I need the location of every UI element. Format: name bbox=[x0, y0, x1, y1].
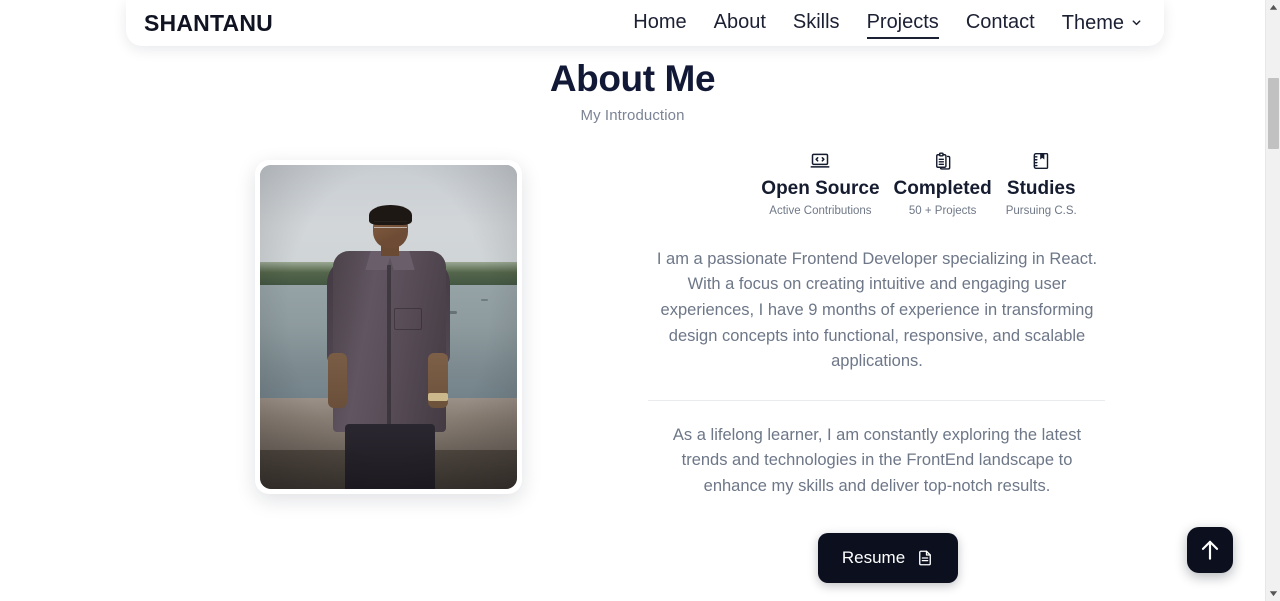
chevron-down-icon bbox=[1131, 17, 1142, 28]
theme-label: Theme bbox=[1061, 12, 1124, 34]
arrow-up-icon bbox=[1197, 537, 1223, 563]
scrollbar-thumb[interactable] bbox=[1268, 78, 1279, 149]
bio-paragraph-1: I am a passionate Frontend Developer spe… bbox=[656, 249, 1098, 371]
stats-row: Open Source Active Contributions Complet… bbox=[648, 150, 1106, 217]
stat-title: Studies bbox=[1006, 178, 1076, 199]
navbar: SHANTANU Home About Skills Projects Cont… bbox=[126, 0, 1164, 46]
nav-link-contact[interactable]: Contact bbox=[966, 12, 1035, 35]
resume-button-label: Resume bbox=[841, 548, 906, 568]
stat-subtitle: 50 + Projects bbox=[908, 204, 977, 217]
laptop-code-icon bbox=[810, 150, 830, 172]
stat-subtitle: Pursuing C.S. bbox=[1005, 204, 1077, 217]
divider bbox=[648, 399, 1105, 401]
scroll-down-arrow-icon[interactable] bbox=[1266, 586, 1280, 601]
resume-button[interactable]: Resume bbox=[817, 533, 959, 584]
nav-links: Home About Skills Projects Contact Theme bbox=[633, 12, 1146, 39]
section-header: About Me My Introduction bbox=[0, 58, 1265, 124]
stat-subtitle: Active Contributions bbox=[769, 204, 872, 217]
page-title: About Me bbox=[549, 58, 716, 99]
stat-studies: Studies Pursuing C.S. bbox=[1006, 150, 1077, 217]
stat-open-source: Open Source Active Contributions bbox=[761, 150, 880, 217]
nav-link-projects[interactable]: Projects bbox=[866, 12, 940, 39]
scroll-up-arrow-icon[interactable] bbox=[1266, 0, 1280, 15]
page-subtitle: My Introduction bbox=[580, 106, 685, 124]
nav-link-skills[interactable]: Skills bbox=[793, 12, 840, 35]
profile-photo bbox=[260, 165, 517, 489]
scroll-to-top-button[interactable] bbox=[1187, 527, 1233, 573]
nav-link-about[interactable]: About bbox=[714, 12, 766, 35]
clipboard-stack-icon bbox=[933, 150, 953, 172]
stat-title: Completed bbox=[893, 178, 992, 199]
photo-vignette bbox=[260, 165, 517, 489]
brand-logo[interactable]: SHANTANU bbox=[144, 11, 273, 35]
notebook-bookmark-icon bbox=[1031, 150, 1051, 172]
stat-title: Open Source bbox=[761, 178, 880, 199]
stat-completed: Completed 50 + Projects bbox=[894, 150, 992, 217]
theme-switcher[interactable]: Theme bbox=[1062, 13, 1142, 33]
profile-photo-card bbox=[255, 160, 522, 494]
about-text-column: Open Source Active Contributions Complet… bbox=[648, 150, 1106, 584]
resume-button-row: Resume bbox=[648, 533, 1106, 584]
page-viewport: SHANTANU Home About Skills Projects Cont… bbox=[0, 0, 1265, 601]
about-content: Open Source Active Contributions Complet… bbox=[0, 150, 1265, 584]
document-icon bbox=[916, 549, 934, 567]
bio-paragraph-2: As a lifelong learner, I am constantly e… bbox=[672, 425, 1082, 495]
nav-link-home[interactable]: Home bbox=[633, 12, 686, 35]
vertical-scrollbar[interactable] bbox=[1265, 0, 1280, 601]
